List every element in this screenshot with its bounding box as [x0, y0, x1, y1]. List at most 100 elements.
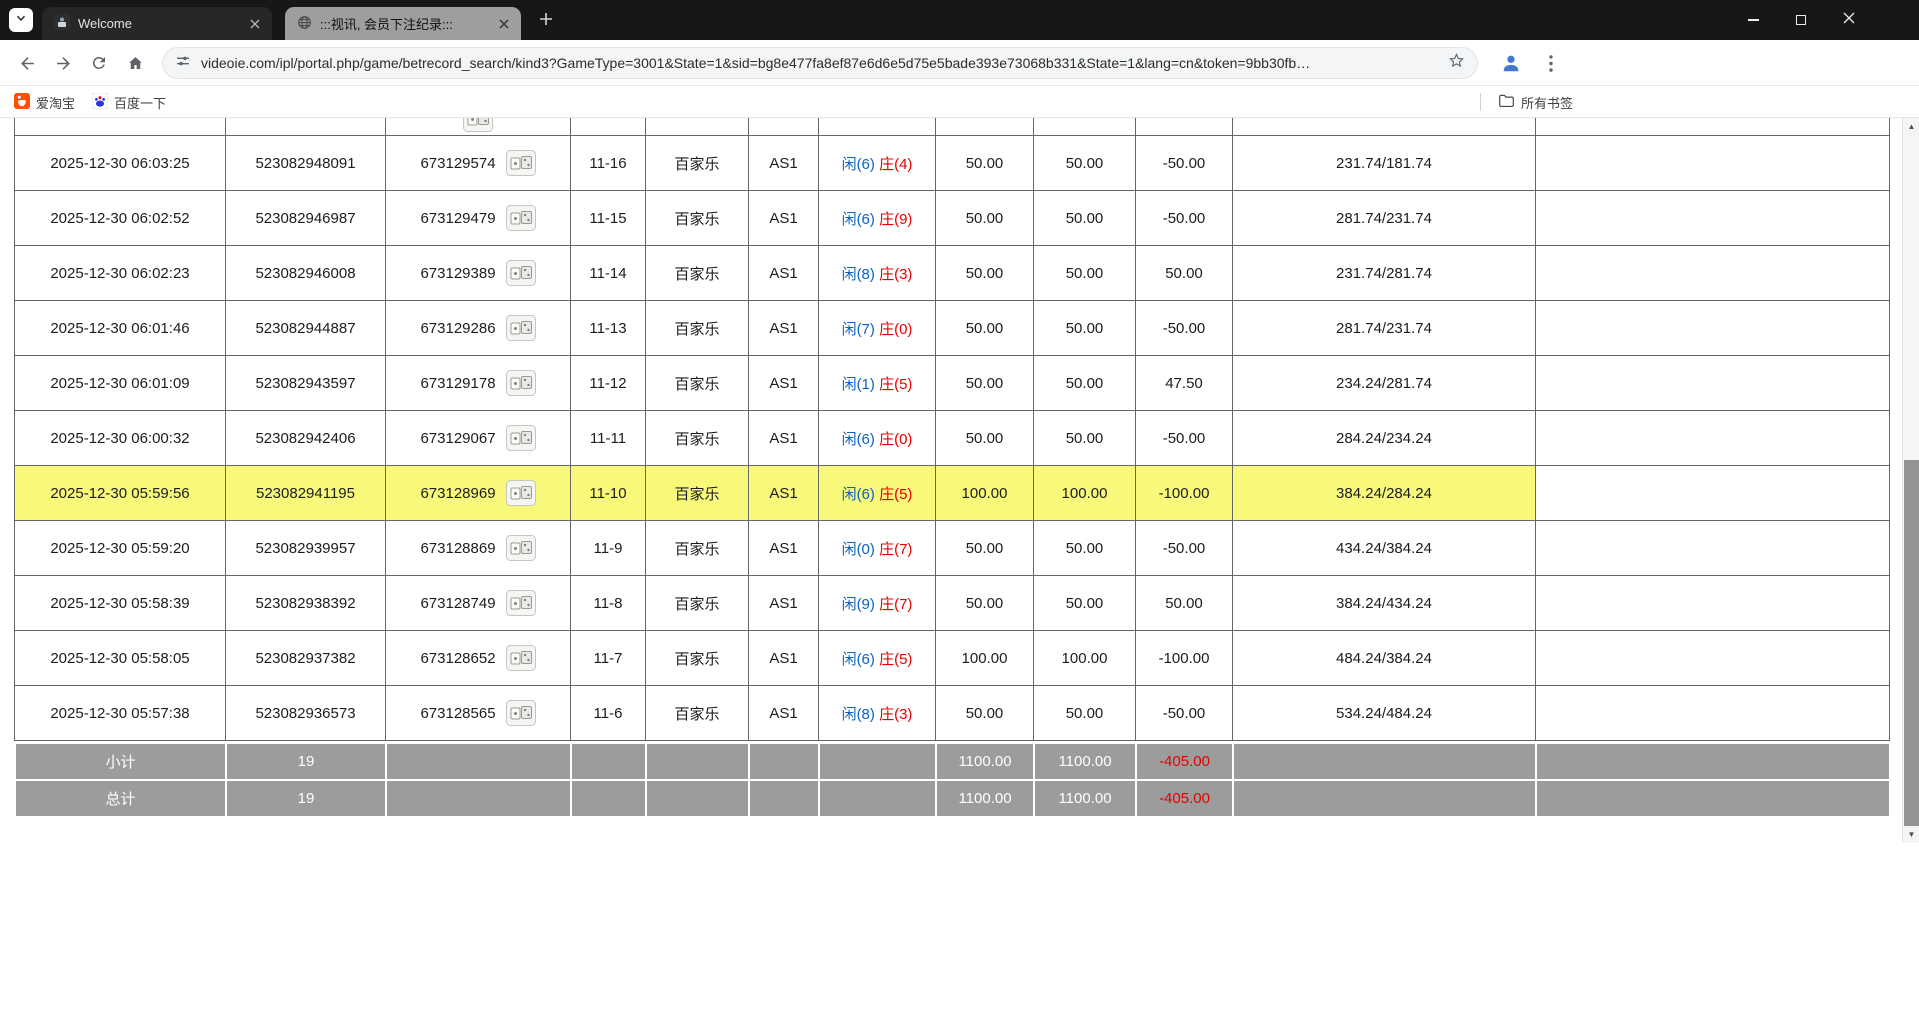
bet-amount-cell[interactable]: 50.00 — [936, 411, 1034, 466]
record-row[interactable]: 2025-12-30 05:59:20523082939957673128869… — [15, 521, 1890, 576]
record-row[interactable]: 2025-12-30 06:01:09523082943597673129178… — [15, 356, 1890, 411]
balance-cell: 484.24/384.24 — [1233, 631, 1536, 686]
order-no-cell: 523082948091 — [226, 136, 386, 191]
record-row[interactable]: 2025-12-30 06:02:52523082946987673129479… — [15, 191, 1890, 246]
close-button[interactable] — [1825, 0, 1873, 40]
back-button[interactable] — [10, 46, 44, 80]
address-bar[interactable]: videoie.com/ipl/portal.php/game/betrecor… — [162, 47, 1478, 79]
result-cell: 闲(6) 庄(5) — [819, 631, 936, 686]
summary-valid-cell: 1100.00 — [1034, 780, 1136, 817]
bookmark-star-icon[interactable] — [1448, 52, 1465, 74]
order-no-cell — [226, 118, 386, 136]
tab-close-icon[interactable] — [246, 15, 264, 33]
game-id-cell: 673128749 — [386, 576, 571, 631]
tab-betrecord-active[interactable]: :::视讯, 会员下注纪录::: — [285, 7, 521, 40]
maximize-button[interactable] — [1777, 0, 1825, 40]
game-thumbnail-icon[interactable] — [506, 480, 536, 506]
table-name-cell: AS1 — [749, 686, 819, 741]
forward-button[interactable] — [46, 46, 80, 80]
winloss-cell: -50.00 — [1136, 191, 1233, 246]
record-row[interactable]: 2025-12-30 06:00:32523082942406673129067… — [15, 411, 1890, 466]
scrollbar-thumb[interactable] — [1904, 460, 1919, 826]
game-id-cell: 673128652 — [386, 631, 571, 686]
refresh-button[interactable] — [82, 46, 116, 80]
game-thumbnail-icon[interactable] — [506, 150, 536, 176]
bookmark-item-aitaobao[interactable]: 爱淘宝 — [6, 89, 83, 115]
valid-amount-cell: 50.00 — [1034, 246, 1136, 301]
result-cell: 闲(6) 庄(5) — [819, 466, 936, 521]
folder-icon — [1498, 92, 1515, 112]
scroll-down-button[interactable]: ▼ — [1903, 826, 1919, 843]
bet-amount-cell[interactable]: 50.00 — [936, 521, 1034, 576]
record-row[interactable]: 2025-12-30 05:58:39523082938392673128749… — [15, 576, 1890, 631]
game-thumbnail-icon[interactable] — [506, 590, 536, 616]
summary-empty-cell — [1536, 743, 1890, 780]
game-id-text: 673128749 — [420, 595, 495, 612]
vertical-scrollbar[interactable]: ▲ ▼ — [1902, 118, 1919, 843]
tune-icon[interactable] — [175, 53, 191, 74]
bet-amount-cell[interactable]: 50.00 — [936, 356, 1034, 411]
order-no-cell: 523082942406 — [226, 411, 386, 466]
game-type-cell: 百家乐 — [646, 136, 749, 191]
game-thumbnail-icon[interactable] — [506, 535, 536, 561]
summary-empty-cell — [646, 780, 749, 817]
bet-records-page: 2025-12-30 06:03:25523082948091673129574… — [0, 118, 1902, 1019]
record-row[interactable]: 2025-12-30 06:03:25523082948091673129574… — [15, 136, 1890, 191]
table-name-cell: AS1 — [749, 631, 819, 686]
record-row[interactable]: 2025-12-30 06:02:23523082946008673129389… — [15, 246, 1890, 301]
record-row[interactable]: 2025-12-30 05:59:56523082941195673128969… — [15, 466, 1890, 521]
game-type-cell: 百家乐 — [646, 191, 749, 246]
game-thumbnail-icon[interactable] — [506, 315, 536, 341]
bet-amount-cell[interactable]: 100.00 — [936, 631, 1034, 686]
home-button[interactable] — [118, 46, 152, 80]
game-thumbnail-icon[interactable] — [506, 425, 536, 451]
bet-time-cell — [15, 118, 226, 136]
bookmarks-divider — [1480, 93, 1481, 111]
tab-welcome[interactable]: Welcome — [42, 7, 272, 40]
tab-close-icon[interactable] — [495, 15, 513, 33]
bookmark-label: 爱淘宝 — [36, 93, 75, 112]
game-thumbnail-icon[interactable] — [506, 645, 536, 671]
record-row[interactable]: 2025-12-30 06:01:46523082944887673129286… — [15, 301, 1890, 356]
game-thumbnail-icon[interactable] — [463, 118, 493, 132]
empty-cell — [1536, 631, 1890, 686]
result-player: 闲(6) — [842, 431, 875, 448]
order-no-cell: 523082937382 — [226, 631, 386, 686]
profile-avatar[interactable] — [1496, 48, 1526, 78]
game-thumbnail-icon[interactable] — [506, 205, 536, 231]
game-thumbnail-icon[interactable] — [506, 700, 536, 726]
scroll-up-button[interactable]: ▲ — [1903, 118, 1919, 135]
valid-amount-cell: 50.00 — [1034, 686, 1136, 741]
record-row[interactable]: 2025-12-30 05:58:05523082937382673128652… — [15, 631, 1890, 686]
bet-time-cell: 2025-12-30 05:58:39 — [15, 576, 226, 631]
winloss-cell: 47.50 — [1136, 356, 1233, 411]
bet-time-cell: 2025-12-30 06:02:23 — [15, 246, 226, 301]
bet-amount-cell[interactable]: 50.00 — [936, 686, 1034, 741]
table-name-cell: AS1 — [749, 356, 819, 411]
tab-search-button[interactable] — [9, 8, 33, 32]
table-name-cell: AS1 — [749, 576, 819, 631]
bet-amount-cell[interactable]: 50.00 — [936, 246, 1034, 301]
bet-amount-cell[interactable]: 50.00 — [936, 136, 1034, 191]
bet-amount-cell[interactable]: 100.00 — [936, 466, 1034, 521]
round-cell: 11-16 — [571, 136, 646, 191]
game-thumbnail-icon[interactable] — [506, 370, 536, 396]
bet-amount-cell[interactable]: 50.00 — [936, 576, 1034, 631]
bet-time-cell: 2025-12-30 06:01:09 — [15, 356, 226, 411]
bet-amount-cell[interactable]: 50.00 — [936, 301, 1034, 356]
game-thumbnail-icon[interactable] — [506, 260, 536, 286]
game-id-cell: 673129479 — [386, 191, 571, 246]
minimize-button[interactable] — [1729, 0, 1777, 40]
record-row-partial[interactable] — [15, 118, 1890, 136]
new-tab-button[interactable] — [534, 9, 558, 33]
url-text[interactable]: videoie.com/ipl/portal.php/game/betrecor… — [201, 55, 1438, 71]
game-id-cell: 673129389 — [386, 246, 571, 301]
three-dot-menu-button[interactable] — [1536, 48, 1566, 78]
winloss-cell: -100.00 — [1136, 466, 1233, 521]
bet-amount-cell[interactable]: 50.00 — [936, 191, 1034, 246]
record-row[interactable]: 2025-12-30 05:57:38523082936573673128565… — [15, 686, 1890, 741]
round-cell: 11-7 — [571, 631, 646, 686]
all-bookmarks-button[interactable]: 所有书签 — [1490, 89, 1581, 115]
bookmark-item-baidu[interactable]: 百度一下 — [84, 89, 174, 115]
balance-cell: 384.24/434.24 — [1233, 576, 1536, 631]
